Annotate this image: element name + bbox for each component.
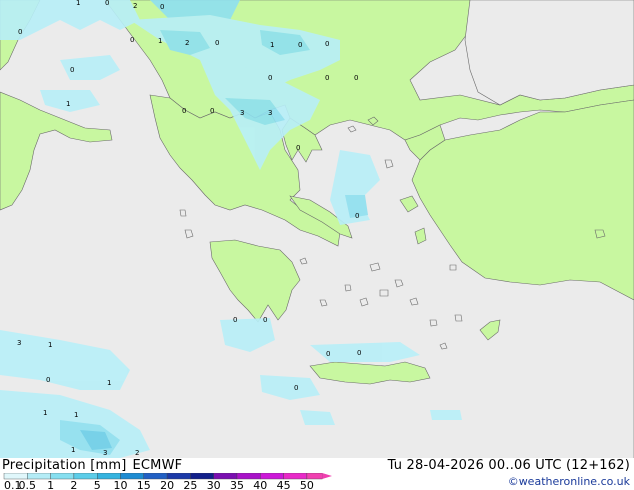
map-label: 1 bbox=[158, 37, 162, 45]
scale-tick-label: 50 bbox=[300, 479, 314, 490]
valid-time: Tu 28-04-2026 00..06 UTC (12+162) bbox=[387, 458, 630, 473]
scale-tick-label: 10 bbox=[114, 479, 128, 490]
scale-tick-label: 25 bbox=[183, 479, 197, 490]
scale-tick-label: 30 bbox=[207, 479, 221, 490]
map-label: 0 bbox=[357, 349, 361, 357]
model-name: ECMWF bbox=[132, 458, 183, 473]
legend-title-text: Precipitation [mm] bbox=[2, 458, 127, 473]
map-label: 0 bbox=[294, 384, 298, 392]
legend-title: Precipitation [mm] ECMWF bbox=[2, 458, 182, 473]
scale-tick-label: 0.5 bbox=[19, 479, 37, 490]
map-label: 0 bbox=[70, 66, 74, 74]
map-label: 0 bbox=[354, 74, 358, 82]
map-label: 3 bbox=[240, 109, 244, 117]
map-label: 0 bbox=[233, 316, 237, 324]
map-label: 0 bbox=[18, 28, 22, 36]
precipitation-map: 1 2 0 0 0 1 2 0 1 0 0 0 0 0 0 1 0 0 3 3 … bbox=[0, 0, 634, 458]
scale-tick-label: 35 bbox=[230, 479, 244, 490]
scale-tick-label: 40 bbox=[253, 479, 267, 490]
map-label: 1 bbox=[48, 341, 52, 349]
scale-tick-label: 20 bbox=[160, 479, 174, 490]
map-label: 1 bbox=[107, 379, 111, 387]
map-label: 0 bbox=[182, 107, 186, 115]
map-label: 0 bbox=[268, 74, 272, 82]
map-label: 3 bbox=[268, 109, 272, 117]
map-label: 2 bbox=[135, 449, 139, 457]
map-label: 0 bbox=[263, 316, 267, 324]
map-label: 0 bbox=[215, 39, 219, 47]
scale-tick-label: 5 bbox=[94, 479, 101, 490]
map-label: 0 bbox=[296, 144, 300, 152]
scale-arrow bbox=[322, 473, 332, 479]
map-label: 0 bbox=[210, 107, 214, 115]
map-label: 3 bbox=[103, 449, 107, 457]
map-label: 0 bbox=[130, 36, 134, 44]
map-label: 0 bbox=[326, 350, 330, 358]
credit-link[interactable]: ©weatheronline.co.uk bbox=[508, 475, 630, 488]
map-label: 0 bbox=[105, 0, 109, 7]
map-label: 3 bbox=[17, 339, 21, 347]
scale-tick-label: 2 bbox=[70, 479, 77, 490]
scale-tick-label: 15 bbox=[137, 479, 151, 490]
map-label: 0 bbox=[298, 41, 302, 49]
color-scale: 0.1 0.5 1 2 5 10 15 20 25 30 35 40 45 50 bbox=[2, 473, 332, 490]
map-label: 1 bbox=[270, 41, 274, 49]
map-label: 0 bbox=[355, 212, 359, 220]
map-label: 2 bbox=[133, 2, 137, 10]
map-label: 0 bbox=[46, 376, 50, 384]
map-label: 2 bbox=[185, 39, 189, 47]
map-label: 1 bbox=[71, 446, 75, 454]
legend-footer: Precipitation [mm] ECMWF Tu 28-04-2026 00… bbox=[0, 458, 634, 490]
map-label: 1 bbox=[43, 409, 47, 417]
map-label: 0 bbox=[325, 74, 329, 82]
map-label: 1 bbox=[76, 0, 80, 7]
scale-tick-label: 1 bbox=[47, 479, 54, 490]
map-label: 1 bbox=[66, 100, 70, 108]
map-label: 0 bbox=[160, 3, 164, 11]
map-label: 0 bbox=[325, 40, 329, 48]
scale-tick-label: 45 bbox=[277, 479, 291, 490]
map-label: 1 bbox=[74, 411, 78, 419]
